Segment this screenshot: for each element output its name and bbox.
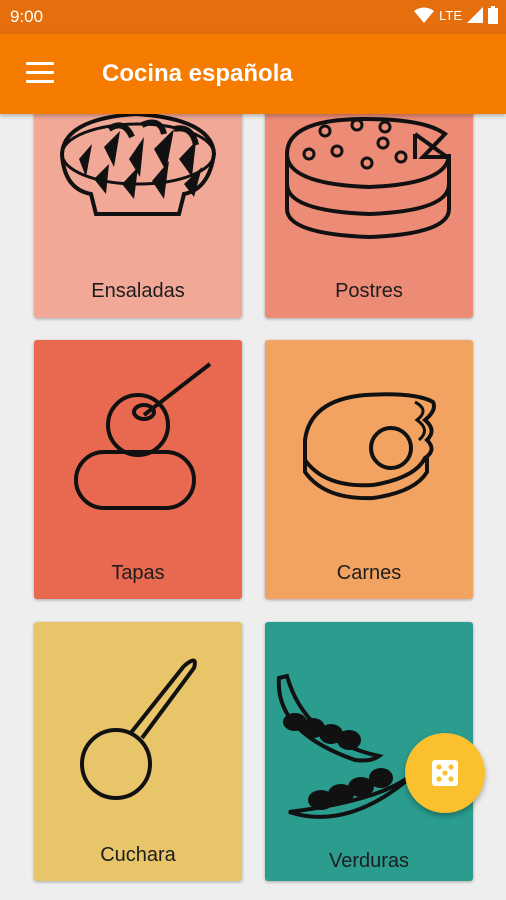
- random-recipe-fab[interactable]: [405, 733, 485, 813]
- status-icons: LTE: [414, 6, 498, 24]
- tapa-skewer-icon: [74, 362, 212, 510]
- cake-icon: [285, 116, 451, 240]
- category-label: Postres: [335, 280, 403, 302]
- category-label: Verduras: [328, 850, 410, 872]
- category-label: Cuchara: [100, 844, 176, 866]
- category-card-postres[interactable]: Postres: [265, 114, 473, 318]
- battery-icon: [488, 6, 498, 24]
- menu-icon[interactable]: [26, 62, 54, 84]
- status-time: 9:00: [10, 7, 44, 26]
- category-card-tapas[interactable]: Tapas: [34, 340, 242, 599]
- meat-icon: [303, 392, 436, 501]
- dice-icon: [432, 760, 458, 786]
- category-card-carnes[interactable]: Carnes: [265, 340, 473, 599]
- spoon-icon: [80, 658, 197, 800]
- category-label: Tapas: [111, 562, 165, 584]
- signal-icon: [467, 7, 483, 23]
- category-label: Carnes: [336, 562, 402, 584]
- wifi-icon: [414, 7, 435, 23]
- status-bar: 9:00 LTE: [0, 0, 506, 34]
- category-card-ensaladas[interactable]: Ensaladas: [34, 114, 242, 318]
- network-type: LTE: [439, 7, 462, 23]
- category-card-cuchara[interactable]: Cuchara: [34, 622, 242, 881]
- category-label: Ensaladas: [91, 280, 185, 302]
- app-bar: Cocina española: [0, 34, 506, 114]
- app-title: Cocina española: [102, 60, 293, 87]
- salad-bowl-icon: [59, 114, 217, 216]
